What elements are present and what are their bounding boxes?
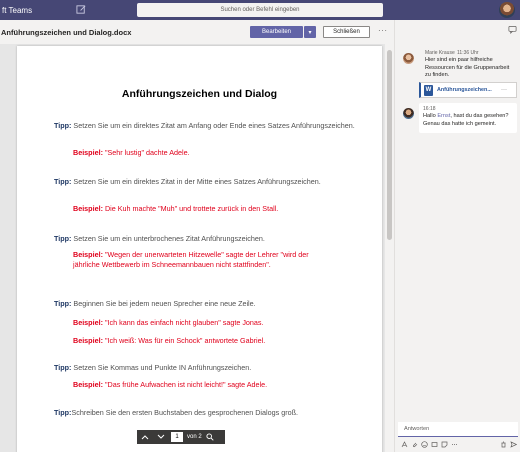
search-input[interactable]: Suchen oder Befehl eingeben: [137, 3, 383, 17]
sticker-icon[interactable]: [441, 441, 448, 448]
close-button[interactable]: Schließen: [323, 26, 370, 38]
more-options-icon[interactable]: [451, 441, 458, 448]
send-icon[interactable]: [510, 441, 517, 448]
example-label: Beispiel:: [73, 204, 103, 213]
edit-button[interactable]: Bearbeiten: [250, 26, 303, 38]
example-label: Beispiel:: [73, 336, 103, 345]
tip-label: Tipp:: [54, 299, 72, 308]
tip-text: Setzen Sie um ein direktes Zitat am Anfa…: [71, 121, 355, 130]
message-text-part: Hallo: [423, 113, 438, 119]
zoom-icon[interactable]: [202, 430, 218, 444]
tip-label: Tipp:: [54, 121, 72, 130]
tip-paragraph: Tipp: Setzen Sie um ein direktes Zitat a…: [54, 121, 364, 131]
example-label: Beispiel:: [73, 148, 103, 157]
example-text: Die Kuh machte "Muh" und trottete zurück…: [102, 204, 279, 213]
format-icon[interactable]: [401, 441, 408, 448]
example-paragraph: Beispiel: "Sehr lustig" dachte Adele.: [73, 148, 373, 158]
reply-input[interactable]: Antworten: [398, 422, 518, 437]
tip-label: Tipp:: [54, 408, 72, 417]
next-page-chevron-down-icon[interactable]: [153, 430, 169, 444]
document-viewer[interactable]: Anführungszeichen und Dialog Tipp: Setze…: [0, 44, 394, 452]
tip-paragraph: Tipp: Beginnen Sie bei jedem neuen Sprec…: [54, 299, 364, 309]
page-number-input[interactable]: 1: [171, 432, 183, 442]
tip-label: Tipp:: [54, 363, 72, 372]
example-label: Beispiel:: [73, 250, 103, 259]
message-text: Hallo Ernst, hast du das gesehen? Genau …: [423, 113, 513, 128]
giphy-icon[interactable]: [431, 441, 438, 448]
example-text: "Ich kann das einfach nicht glauben" sag…: [102, 318, 264, 327]
user-avatar[interactable]: [499, 2, 515, 18]
document-scrollbar-thumb[interactable]: [387, 50, 392, 240]
tip-text: Beginnen Sie bei jedem neuen Sprecher ei…: [71, 299, 256, 308]
example-text: "Sehr lustig" dachte Adele.: [102, 148, 190, 157]
word-file-icon: W: [424, 84, 433, 96]
message-time: 16:18: [423, 106, 436, 112]
tip-text: Schreiben Sie den ersten Buchstaben des …: [71, 408, 298, 417]
mention-link[interactable]: Ernst: [437, 113, 450, 119]
page-navigation: 1 von 2: [137, 430, 225, 444]
message-bubble: 16:18 Hallo Ernst, hast du das gesehen? …: [419, 103, 517, 133]
compose-toolbar: [401, 440, 517, 449]
tip-text: Setzen Sie Kommas und Punkte IN Anführun…: [71, 363, 252, 372]
more-options-icon[interactable]: ···: [378, 26, 388, 35]
compose-icon[interactable]: [76, 4, 87, 15]
tip-paragraph: Tipp: Setzen Sie Kommas und Punkte IN An…: [54, 363, 364, 373]
tip-paragraph: Tipp:Schreiben Sie den ersten Buchstaben…: [54, 408, 364, 418]
delete-icon[interactable]: [500, 441, 507, 448]
tip-label: Tipp:: [54, 234, 72, 243]
title-bar: ft Teams Suchen oder Befehl eingeben: [0, 0, 520, 20]
example-paragraph: Beispiel: "Ich kann das einfach nicht gl…: [73, 318, 373, 328]
document-title: Anführungszeichen und Dialog.docx: [1, 27, 132, 37]
attach-icon[interactable]: [411, 441, 418, 448]
example-paragraph: Beispiel: Die Kuh machte "Muh" und trott…: [73, 204, 373, 214]
previous-page-chevron-up-icon[interactable]: [137, 430, 153, 444]
conversation-icon[interactable]: [508, 25, 517, 34]
example-label: Beispiel:: [73, 318, 103, 327]
example-text: "Ich weiß: Was für ein Schock" antwortet…: [102, 336, 266, 345]
emoji-icon[interactable]: [421, 441, 428, 448]
sender-avatar[interactable]: [403, 108, 414, 119]
edit-options-chevron-down-icon[interactable]: ▾: [304, 26, 316, 38]
tip-label: Tipp:: [54, 177, 72, 186]
more-options-icon[interactable]: ···: [501, 87, 507, 93]
document-header: Anführungszeichen und Dialog.docx Bearbe…: [0, 20, 394, 44]
tip-paragraph: Tipp: Setzen Sie um ein direktes Zitat i…: [54, 177, 364, 187]
tip-text: Setzen Sie um ein direktes Zitat in der …: [71, 177, 321, 186]
example-text: "Wegen der unerwarteten Hitzewelle" sagt…: [73, 250, 309, 269]
attachment-name: Anführungszeichen...: [437, 87, 492, 93]
app-title: ft Teams: [2, 5, 33, 15]
sender-avatar[interactable]: [403, 53, 414, 64]
file-attachment[interactable]: W Anführungszeichen... ···: [419, 82, 517, 98]
example-label: Beispiel:: [73, 380, 103, 389]
page-total: von 2: [187, 434, 202, 440]
tip-paragraph: Tipp: Setzen Sie um ein unterbrochenes Z…: [54, 234, 364, 244]
example-paragraph: Beispiel: "Wegen der unerwarteten Hitzew…: [73, 250, 313, 270]
example-paragraph: Beispiel: "Das frühe Aufwachen ist nicht…: [73, 380, 373, 390]
message-time: 11:36 Uhr: [457, 50, 479, 56]
example-paragraph: Beispiel: "Ich weiß: Was für ein Schock"…: [73, 336, 373, 346]
document-page: Anführungszeichen und Dialog Tipp: Setze…: [17, 46, 382, 452]
message-text: Hier sind ein paar hilfreiche Ressourcen…: [425, 57, 510, 78]
example-text: "Das frühe Aufwachen ist nicht leicht!" …: [102, 380, 268, 389]
message-author: Marie Krause: [425, 50, 455, 56]
tip-text: Setzen Sie um ein unterbrochenes Zitat A…: [71, 234, 265, 243]
document-heading: Anführungszeichen und Dialog: [121, 88, 278, 100]
chat-panel: Marie Krause 11:36 Uhr Hier sind ein paa…: [394, 20, 520, 452]
